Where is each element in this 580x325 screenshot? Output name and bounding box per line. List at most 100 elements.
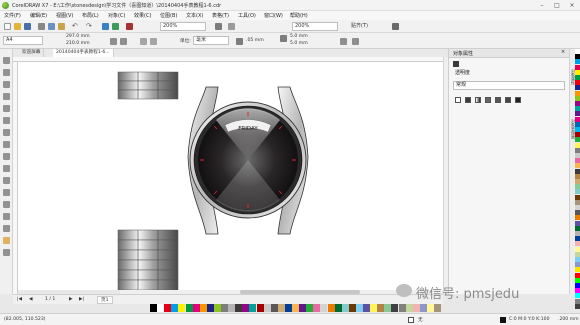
landscape-icon[interactable]: [120, 38, 127, 45]
next-page-icon[interactable]: ▶: [69, 297, 73, 302]
page-width-field[interactable]: 297.0 mm: [66, 34, 90, 39]
menu-effects[interactable]: 效果(C): [134, 12, 151, 19]
page-tab[interactable]: 页1: [97, 296, 113, 304]
paste-icon[interactable]: [58, 23, 65, 30]
current-page-icon[interactable]: [150, 38, 157, 45]
units-select[interactable]: 毫米: [193, 36, 229, 45]
full-screen-icon[interactable]: [215, 23, 222, 30]
fill-indicator-icon[interactable]: [408, 317, 414, 323]
document-palette-swatch[interactable]: [256, 304, 264, 312]
document-palette-swatch[interactable]: [249, 304, 257, 312]
merge-mode-select[interactable]: 常规: [453, 81, 565, 90]
document-palette-swatch[interactable]: [242, 304, 250, 312]
eyedropper-tool-icon[interactable]: [3, 225, 10, 232]
menu-object[interactable]: 对象(C): [108, 12, 125, 19]
document-palette-swatch[interactable]: [398, 304, 406, 312]
page-size-select[interactable]: A4: [3, 36, 43, 45]
document-palette-swatch[interactable]: [228, 304, 236, 312]
show-rulers-icon[interactable]: [228, 23, 235, 30]
document-palette-swatch[interactable]: [150, 304, 157, 312]
document-palette-swatch[interactable]: [320, 304, 328, 312]
tab-welcome-screen[interactable]: 欢迎屏幕: [19, 49, 45, 57]
options-gear-icon[interactable]: [392, 23, 399, 30]
rectangle-tool-icon[interactable]: [3, 129, 10, 136]
smart-fill-icon[interactable]: [3, 249, 10, 256]
parallel-dimension-tool-icon[interactable]: [3, 177, 10, 184]
document-palette-swatch[interactable]: [377, 304, 385, 312]
text-tool-icon[interactable]: [3, 165, 10, 172]
document-palette-swatch[interactable]: [370, 304, 378, 312]
menu-tools[interactable]: 工具(O): [238, 12, 256, 19]
document-palette-swatch[interactable]: [306, 304, 314, 312]
crop-tool-icon[interactable]: [3, 81, 10, 88]
document-palette-swatch[interactable]: [270, 304, 278, 312]
first-page-icon[interactable]: |◀: [17, 297, 22, 302]
document-palette-swatch[interactable]: [263, 304, 271, 312]
menu-help[interactable]: 帮助(H): [290, 12, 308, 19]
menu-table[interactable]: 表格(T): [212, 12, 229, 19]
zoom-tool-icon[interactable]: [3, 93, 10, 100]
save-icon[interactable]: [24, 23, 31, 30]
document-palette-swatch[interactable]: [277, 304, 285, 312]
vector-pattern-transparency-icon[interactable]: [485, 97, 491, 103]
uniform-transparency-icon[interactable]: [465, 97, 471, 103]
pick-tool-icon[interactable]: [3, 57, 10, 64]
document-palette-swatch[interactable]: [164, 304, 172, 312]
copy-icon[interactable]: [48, 23, 55, 30]
palette-swatch[interactable]: [575, 303, 580, 309]
document-palette-swatch[interactable]: [192, 304, 200, 312]
document-palette-swatch[interactable]: [157, 304, 165, 312]
document-palette-swatch[interactable]: [171, 304, 179, 312]
prev-page-icon[interactable]: ◀: [29, 297, 33, 302]
shape-tool-icon[interactable]: [3, 69, 10, 76]
freehand-tool-icon[interactable]: [3, 105, 10, 112]
maximize-button[interactable]: □: [550, 1, 564, 10]
page-options-icon[interactable]: [352, 38, 359, 45]
document-palette-swatch[interactable]: [284, 304, 292, 312]
duplicate-distance-x-field[interactable]: 5.0 mm: [290, 34, 308, 39]
document-palette-swatch[interactable]: [185, 304, 193, 312]
undo-icon[interactable]: ↶: [72, 23, 79, 30]
document-palette-swatch[interactable]: [426, 304, 434, 312]
menu-file[interactable]: 文件(F): [4, 12, 21, 19]
two-color-pattern-transparency-icon[interactable]: [505, 97, 511, 103]
interactive-fill-tool-icon[interactable]: [3, 237, 10, 244]
document-palette-swatch[interactable]: [363, 304, 370, 312]
document-palette-swatch[interactable]: [412, 304, 420, 312]
menu-view[interactable]: 视图(V): [56, 12, 73, 19]
drawing-canvas[interactable]: FRIDAY: [18, 62, 443, 290]
portrait-icon[interactable]: [110, 38, 117, 45]
document-palette-swatch[interactable]: [299, 304, 307, 312]
document-palette-swatch[interactable]: [334, 304, 342, 312]
document-palette-swatch[interactable]: [221, 304, 228, 312]
document-palette-swatch[interactable]: [178, 304, 186, 312]
export-icon[interactable]: [112, 23, 119, 30]
document-palette-swatch[interactable]: [355, 304, 363, 312]
treat-as-filled-icon[interactable]: [340, 38, 347, 45]
zoom-level-select-right[interactable]: 200%: [292, 22, 338, 31]
tab-document[interactable]: 20140404手表教程1-6...: [53, 49, 114, 57]
document-palette-swatch[interactable]: [391, 304, 399, 312]
document-palette-swatch[interactable]: [419, 304, 427, 312]
close-button[interactable]: ×: [565, 1, 579, 10]
cut-icon[interactable]: [38, 23, 45, 30]
document-palette-swatch[interactable]: [199, 304, 207, 312]
menu-window[interactable]: 窗口(W): [264, 12, 283, 19]
open-folder-icon[interactable]: [14, 23, 21, 30]
menu-text[interactable]: 文本(X): [186, 12, 203, 19]
outline-color-icon[interactable]: [500, 317, 506, 323]
document-palette-swatch[interactable]: [405, 304, 413, 312]
document-palette-swatch[interactable]: [384, 304, 392, 312]
polygon-tool-icon[interactable]: [3, 153, 10, 160]
nudge-distance-field[interactable]: .05 mm: [246, 38, 264, 43]
smart-fill-tool-icon[interactable]: [3, 117, 10, 124]
document-palette-swatch[interactable]: [434, 304, 441, 312]
ellipse-tool-icon[interactable]: [3, 141, 10, 148]
publish-pdf-icon[interactable]: [126, 23, 133, 30]
snap-to-dropdown[interactable]: 贴齐(T): [348, 22, 378, 31]
page-height-field[interactable]: 210.0 mm: [66, 41, 90, 46]
menu-bitmaps[interactable]: 位图(B): [160, 12, 177, 19]
menu-layout[interactable]: 布局(L): [82, 12, 99, 19]
duplicate-distance-y-field[interactable]: 5.0 mm: [290, 41, 308, 46]
last-page-icon[interactable]: ▶|: [79, 297, 84, 302]
